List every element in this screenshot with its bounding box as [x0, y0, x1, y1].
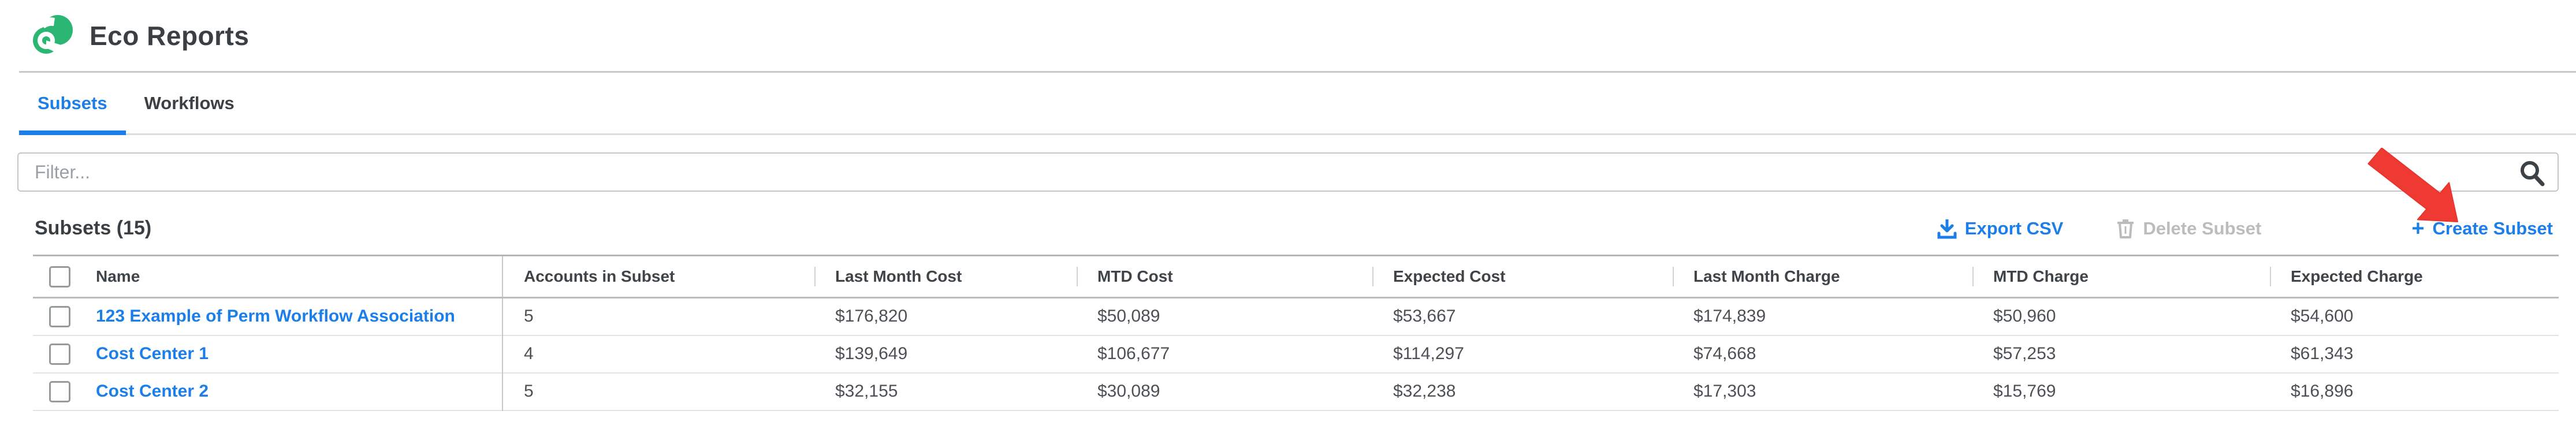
cell-mtd-charge: $15,769	[1972, 373, 2270, 410]
column-header-expected-cost: Expected Cost	[1372, 256, 1673, 298]
cell-expected-cost: $114,297	[1372, 335, 1673, 373]
select-all-checkbox[interactable]	[49, 266, 70, 288]
cell-last-month-charge: $74,668	[1673, 335, 1972, 373]
cell-expected-charge: $61,343	[2270, 335, 2559, 373]
cell-mtd-cost: $30,089	[1077, 373, 1372, 410]
column-header-mtd-cost: MTD Cost	[1077, 256, 1372, 298]
column-header-mtd-charge: MTD Charge	[1972, 256, 2270, 298]
cell-mtd-charge: $57,253	[1972, 335, 2270, 373]
cell-last-month-charge: $174,839	[1673, 298, 1972, 335]
tab-workflows[interactable]: Workflows	[126, 73, 253, 133]
search-button[interactable]	[2518, 159, 2546, 187]
cell-accounts: 5	[502, 298, 814, 335]
table-row: Cost Center 2 5 $32,155 $30,089 $32,238 …	[33, 373, 2559, 410]
download-icon	[1937, 218, 1957, 239]
select-all-cell	[33, 256, 87, 298]
tab-workflows-label: Workflows	[144, 93, 234, 114]
create-subset-label: Create Subset	[2433, 218, 2553, 239]
delete-subset-label: Delete Subset	[2143, 218, 2261, 239]
cell-expected-charge: $54,600	[2270, 298, 2559, 335]
search-icon	[2518, 159, 2546, 187]
section-title: Subsets (15)	[35, 217, 151, 240]
filter-bar	[17, 152, 2559, 192]
column-header-expected-charge: Expected Charge	[2270, 256, 2559, 298]
subset-name-link[interactable]: Cost Center 1	[96, 344, 209, 363]
filter-input[interactable]	[17, 152, 2559, 192]
page-title: Eco Reports	[90, 20, 249, 51]
row-checkbox[interactable]	[49, 381, 70, 402]
trash-icon	[2116, 218, 2135, 239]
column-header-last-month-cost: Last Month Cost	[814, 256, 1077, 298]
subsets-table: Name Accounts in Subset Last Month Cost …	[33, 255, 2559, 411]
table-actions: Export CSV Delete Subset + Create Subset	[1937, 218, 2553, 240]
cell-mtd-cost: $106,677	[1077, 335, 1372, 373]
cell-mtd-cost: $50,089	[1077, 298, 1372, 335]
tab-subsets-label: Subsets	[38, 93, 107, 114]
cell-last-month-charge: $17,303	[1673, 373, 1972, 410]
delete-subset-button[interactable]: Delete Subset	[2116, 218, 2261, 239]
column-header-accounts-in-subset: Accounts in Subset	[502, 256, 814, 298]
subset-name-link[interactable]: 123 Example of Perm Workflow Association	[96, 307, 455, 326]
export-csv-button[interactable]: Export CSV	[1937, 218, 2064, 239]
cell-accounts: 4	[502, 335, 814, 373]
create-subset-button[interactable]: + Create Subset	[2411, 218, 2553, 240]
cell-mtd-charge: $50,960	[1972, 298, 2270, 335]
eco-reports-page: Eco Reports Subsets Workflows Subsets (1…	[0, 0, 2576, 448]
table-row: 123 Example of Perm Workflow Association…	[33, 298, 2559, 335]
table-header-row: Name Accounts in Subset Last Month Cost …	[33, 256, 2559, 298]
column-header-name: Name	[87, 256, 502, 298]
cell-expected-charge: $16,896	[2270, 373, 2559, 410]
eco-logo-icon	[32, 14, 75, 57]
column-header-last-month-charge: Last Month Charge	[1673, 256, 1972, 298]
app-header: Eco Reports	[0, 0, 2576, 71]
table-row: Cost Center 1 4 $139,649 $106,677 $114,2…	[33, 335, 2559, 373]
row-checkbox[interactable]	[49, 306, 70, 327]
cell-accounts: 5	[502, 373, 814, 410]
cell-expected-cost: $53,667	[1372, 298, 1673, 335]
cell-last-month-cost: $139,649	[814, 335, 1077, 373]
section-bar: Subsets (15) Export CSV Delete Subset	[35, 217, 2553, 240]
cell-expected-cost: $32,238	[1372, 373, 1673, 410]
tab-bar: Subsets Workflows	[19, 73, 2576, 135]
tab-subsets[interactable]: Subsets	[19, 73, 126, 133]
plus-icon: +	[2411, 218, 2424, 240]
cell-last-month-cost: $32,155	[814, 373, 1077, 410]
export-csv-label: Export CSV	[1965, 218, 2064, 239]
row-checkbox[interactable]	[49, 344, 70, 365]
cell-last-month-cost: $176,820	[814, 298, 1077, 335]
subset-name-link[interactable]: Cost Center 2	[96, 382, 209, 401]
